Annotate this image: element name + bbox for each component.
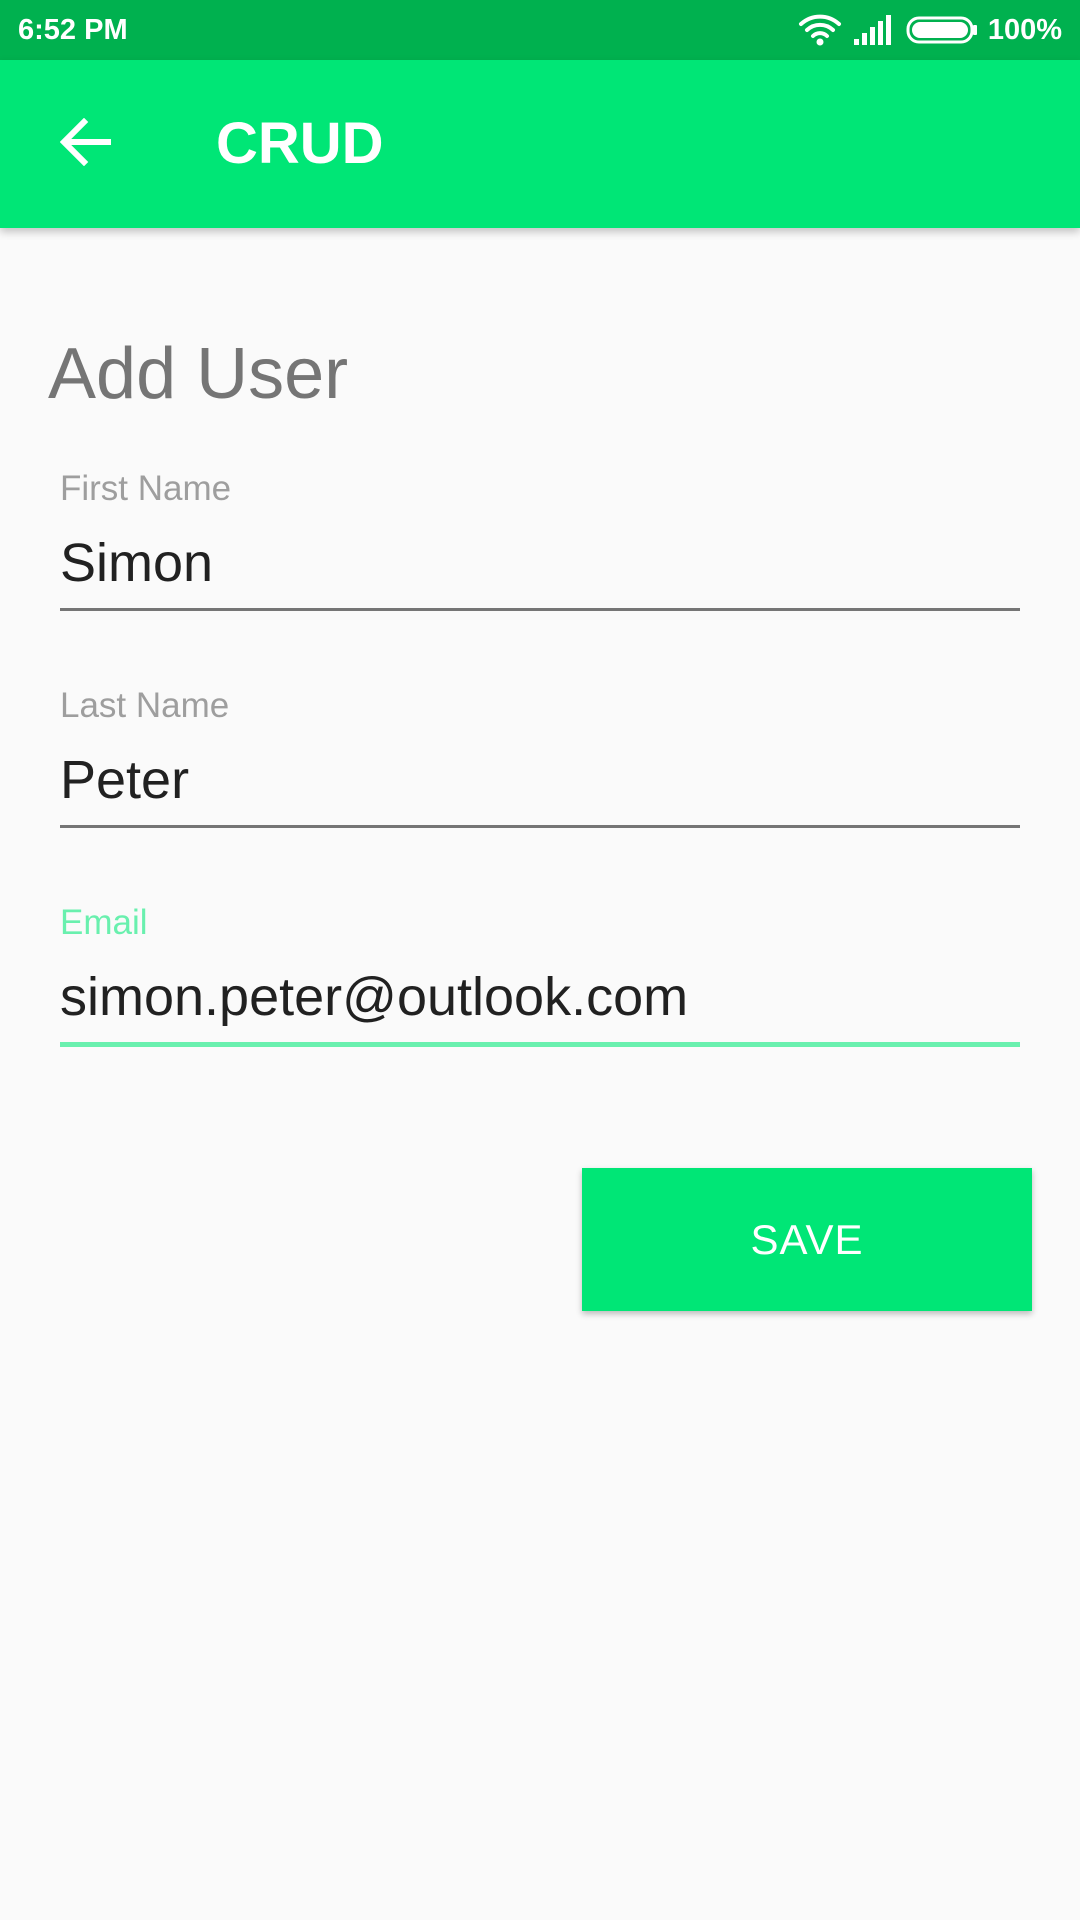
wifi-icon (798, 13, 842, 47)
back-button[interactable] (36, 94, 136, 194)
last-name-label: Last Name (60, 686, 230, 725)
save-button[interactable]: SAVE (582, 1168, 1032, 1311)
first-name-underline (60, 608, 1020, 611)
email-label: Email (60, 903, 148, 942)
email-input[interactable] (60, 962, 1020, 1032)
last-name-input[interactable] (60, 745, 1020, 815)
status-time: 6:52 PM (18, 14, 128, 46)
signal-icon (852, 15, 892, 45)
app-title: CRUD (216, 111, 384, 176)
last-name-underline (60, 825, 1020, 828)
email-underline (60, 1042, 1020, 1047)
first-name-input[interactable] (60, 528, 1020, 598)
arrow-left-icon (59, 117, 112, 171)
battery-icon (906, 16, 978, 44)
battery-percentage: 100% (987, 14, 1062, 46)
form-title: Add User (48, 334, 349, 414)
status-icons: 100% (798, 10, 1062, 50)
first-name-label: First Name (60, 469, 232, 508)
app-bar: CRUD (0, 60, 1080, 228)
status-bar: 6:52 PM 100% (0, 0, 1080, 60)
